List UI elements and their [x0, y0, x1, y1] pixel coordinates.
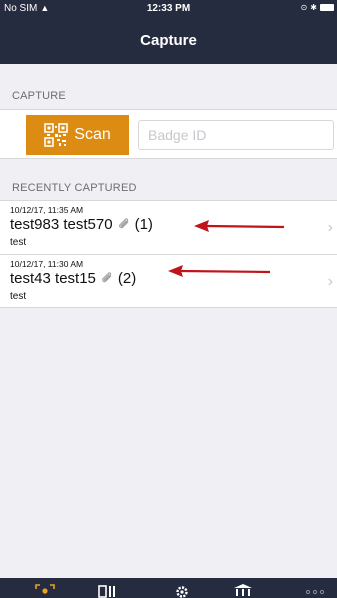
status-right: ⊙ ✱	[301, 3, 334, 12]
settings-gear-icon[interactable]	[170, 582, 194, 598]
recent-list: 10/12/17, 11:35 AM test983 test570 (1) t…	[0, 200, 337, 308]
qr-code-icon	[44, 123, 69, 147]
status-bar: No SIM ▲ 12:33 PM ⊙ ✱	[0, 0, 337, 18]
navigation-bar: No SIM ▲ 12:33 PM ⊙ ✱ Capture	[0, 0, 337, 64]
item-timestamp: 10/12/17, 11:30 AM	[10, 259, 84, 269]
attachment-count: (2)	[117, 270, 137, 287]
page-title: Capture	[140, 32, 197, 49]
list-item[interactable]: 10/12/17, 11:35 AM test983 test570 (1) t…	[0, 201, 337, 254]
item-name-line: test43 test15 (2)	[10, 270, 136, 287]
item-subtitle: test	[10, 237, 27, 248]
paperclip-icon	[118, 218, 128, 229]
scan-button[interactable]: Scan	[26, 115, 129, 155]
annotation-arrow-icon	[168, 265, 271, 277]
scan-label: Scan	[74, 126, 111, 143]
lock-rotation-icon: ⊙	[300, 3, 308, 12]
item-timestamp: 10/12/17, 11:35 AM	[10, 205, 84, 215]
badge-id-input[interactable]	[138, 120, 334, 150]
tab-bar	[0, 578, 337, 598]
capture-tab-icon[interactable]	[33, 582, 57, 598]
bluetooth-icon: ✱	[310, 3, 317, 12]
chevron-right-icon: ›	[327, 219, 333, 236]
paperclip-icon	[102, 272, 112, 283]
annotation-arrow-icon	[194, 220, 285, 232]
item-name: test983 test570	[10, 216, 113, 233]
battery-icon	[320, 4, 334, 11]
capture-row: Scan	[0, 109, 337, 159]
item-name-line: test983 test570 (1)	[10, 216, 153, 233]
list-item[interactable]: 10/12/17, 11:30 AM test43 test15 (2) tes…	[0, 254, 337, 307]
capture-section-header: CAPTURE	[12, 90, 66, 102]
badge-list-tab-icon[interactable]	[95, 582, 119, 598]
item-name: test43 test15	[10, 270, 96, 287]
item-subtitle: test	[10, 291, 27, 302]
attachment-count: (1)	[134, 216, 153, 233]
more-icon[interactable]	[303, 582, 327, 598]
event-building-icon[interactable]	[231, 582, 255, 598]
status-time: 12:33 PM	[146, 3, 191, 14]
chevron-right-icon: ›	[327, 273, 333, 290]
recent-section-header: RECENTLY CAPTURED	[12, 182, 137, 194]
